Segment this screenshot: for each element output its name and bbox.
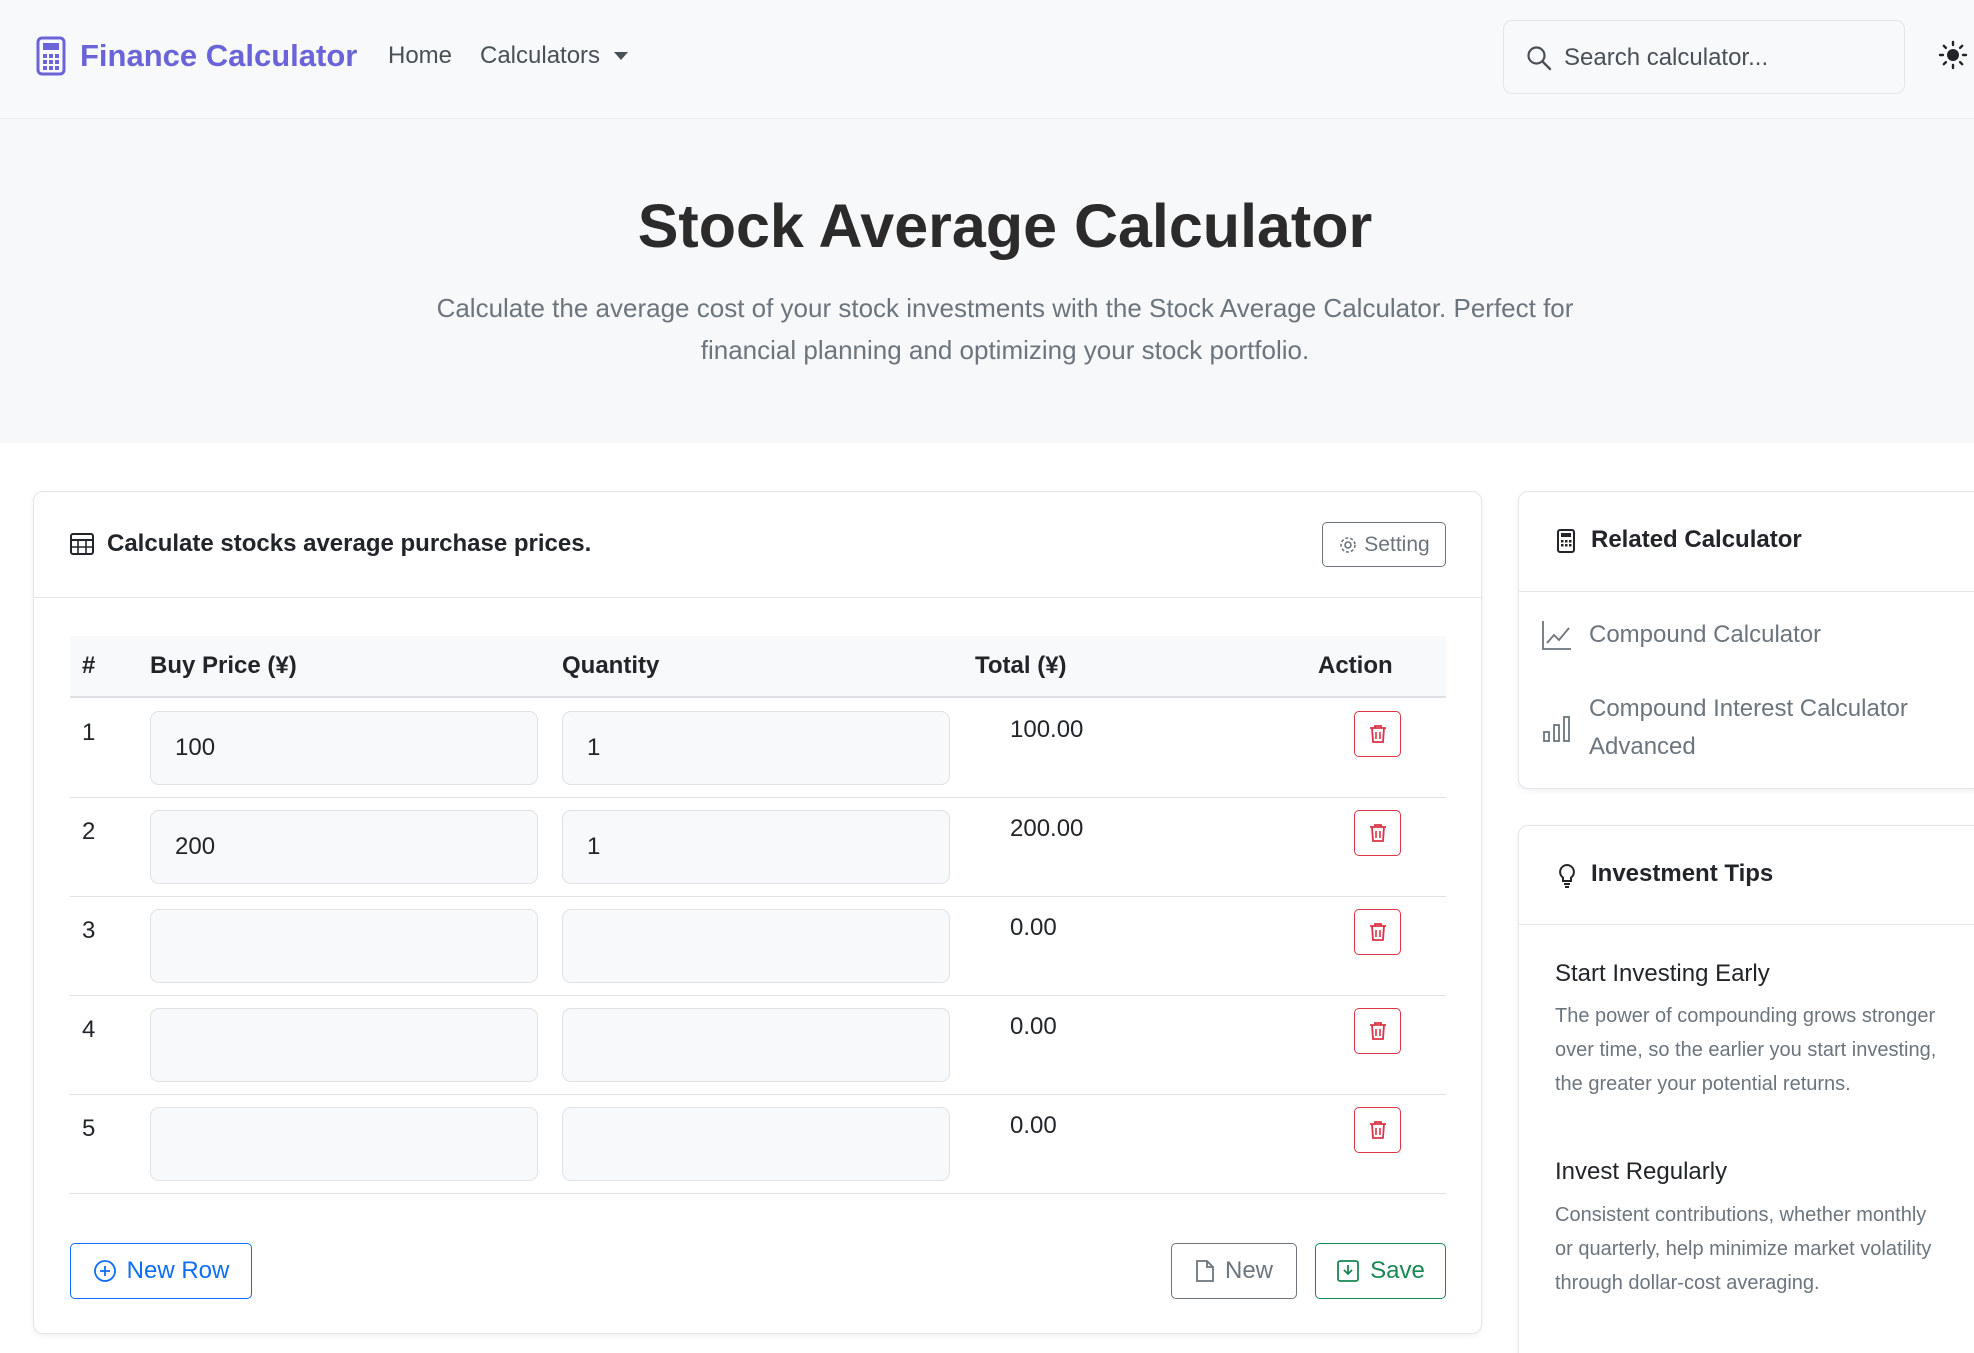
calculator-card: Calculate stocks average purchase prices… bbox=[33, 491, 1482, 1334]
delete-row-button[interactable] bbox=[1354, 711, 1401, 757]
table-row: 3 0.00 bbox=[70, 897, 1446, 996]
trash-icon bbox=[1369, 923, 1386, 941]
table-row: 2 200.00 bbox=[70, 798, 1446, 897]
tip-heading: Start Investing Early bbox=[1555, 960, 1770, 987]
brand-link[interactable]: Finance Calculator bbox=[36, 36, 357, 76]
brand-name: Finance Calculator bbox=[80, 38, 358, 73]
search-box bbox=[1503, 20, 1905, 94]
trash-icon bbox=[1369, 1121, 1386, 1139]
delete-row-button[interactable] bbox=[1354, 810, 1401, 856]
table-icon bbox=[70, 533, 94, 555]
buy-price-input[interactable] bbox=[150, 909, 538, 983]
trash-icon bbox=[1369, 824, 1386, 842]
row-number: 4 bbox=[82, 1016, 96, 1043]
column-header-buy-price: Buy Price (¥) bbox=[150, 652, 297, 679]
column-header-total: Total (¥) bbox=[975, 652, 1067, 679]
table-row: 1 100.00 bbox=[70, 699, 1446, 798]
related-calculator-card: Related Calculator Compound Calculator C… bbox=[1518, 491, 1974, 789]
page-subtitle: Calculate the average cost of your stock… bbox=[436, 293, 1574, 365]
save-button[interactable]: Save bbox=[1315, 1243, 1446, 1299]
new-label: New bbox=[1224, 1257, 1273, 1284]
row-number: 1 bbox=[82, 719, 96, 746]
plus-circle-icon bbox=[93, 1260, 116, 1282]
new-row-button[interactable]: New Row bbox=[70, 1243, 252, 1299]
line-chart-icon bbox=[1542, 621, 1571, 650]
quantity-input[interactable] bbox=[562, 1008, 950, 1082]
row-total: 0.00 bbox=[1010, 1112, 1057, 1139]
row-total: 0.00 bbox=[1010, 914, 1057, 941]
nav-home-link[interactable]: Home bbox=[388, 42, 452, 70]
page-title: Stock Average Calculator bbox=[637, 192, 1373, 260]
tip-body: The power of compounding grows stronger … bbox=[1555, 1005, 1937, 1095]
calculator-title: Calculate stocks average purchase prices… bbox=[107, 530, 592, 557]
table-row: 5 0.00 bbox=[70, 1095, 1446, 1194]
row-total: 200.00 bbox=[1010, 815, 1084, 842]
lightbulb-icon bbox=[1559, 863, 1575, 888]
quantity-input[interactable] bbox=[562, 1107, 950, 1181]
delete-row-button[interactable] bbox=[1354, 909, 1401, 955]
trash-icon bbox=[1369, 725, 1386, 743]
setting-button[interactable]: Setting bbox=[1322, 522, 1446, 567]
caret-down-icon bbox=[614, 52, 629, 60]
setting-label: Setting bbox=[1364, 532, 1430, 556]
buy-price-input[interactable] bbox=[150, 1008, 538, 1082]
new-row-label: New Row bbox=[126, 1257, 230, 1284]
related-item-compound-calculator[interactable]: Compound Calculator bbox=[1541, 616, 1821, 654]
hero-section: Stock Average Calculator Calculate the a… bbox=[0, 119, 1974, 443]
row-total: 0.00 bbox=[1010, 1013, 1057, 1040]
tips-title: Investment Tips bbox=[1591, 860, 1774, 887]
related-item-label: Compound Calculator bbox=[1589, 621, 1822, 648]
tips-card-header: Investment Tips bbox=[1519, 826, 1974, 925]
search-input[interactable] bbox=[1564, 39, 1884, 77]
table-header: # Buy Price (¥) Quantity Total (¥) Actio… bbox=[70, 636, 1446, 698]
buy-price-input[interactable] bbox=[150, 1107, 538, 1181]
save-label: Save bbox=[1370, 1257, 1425, 1284]
buy-price-input[interactable] bbox=[150, 810, 538, 884]
quantity-input[interactable] bbox=[562, 810, 950, 884]
related-item-label: Compound Interest Calculator Advanced bbox=[1589, 695, 1908, 760]
column-header-number: # bbox=[82, 652, 96, 679]
sun-icon[interactable] bbox=[1938, 40, 1968, 70]
row-number: 2 bbox=[82, 818, 96, 845]
related-title: Related Calculator bbox=[1591, 526, 1802, 553]
nav-calculators-label: Calculators bbox=[480, 42, 601, 69]
quantity-input[interactable] bbox=[562, 711, 950, 785]
navbar: Finance Calculator Home Calculators bbox=[0, 0, 1974, 119]
investment-tips-card: Investment Tips Start Investing Early Th… bbox=[1518, 825, 1974, 1353]
download-icon bbox=[1337, 1260, 1360, 1282]
row-total: 100.00 bbox=[1010, 716, 1084, 743]
gear-icon bbox=[1340, 536, 1357, 553]
bar-chart-icon bbox=[1543, 716, 1570, 742]
related-item-compound-interest-advanced[interactable]: Compound Interest Calculator Advanced bbox=[1541, 690, 1961, 766]
trash-icon bbox=[1369, 1022, 1386, 1040]
column-header-quantity: Quantity bbox=[562, 652, 660, 679]
tip-heading: Invest Regularly bbox=[1555, 1158, 1728, 1185]
row-number: 5 bbox=[82, 1115, 96, 1142]
search-icon bbox=[1527, 46, 1552, 71]
nav-calculators-dropdown[interactable]: Calculators bbox=[480, 42, 629, 70]
row-number: 3 bbox=[82, 917, 96, 944]
buy-price-input[interactable] bbox=[150, 711, 538, 785]
calculator-card-header: Calculate stocks average purchase prices… bbox=[34, 492, 1481, 598]
file-icon bbox=[1196, 1260, 1214, 1282]
quantity-input[interactable] bbox=[562, 909, 950, 983]
calculator-icon bbox=[36, 36, 66, 76]
tip-body: Consistent contributions, whether monthl… bbox=[1555, 1204, 1932, 1294]
delete-row-button[interactable] bbox=[1354, 1107, 1401, 1153]
delete-row-button[interactable] bbox=[1354, 1008, 1401, 1054]
new-button[interactable]: New bbox=[1171, 1243, 1297, 1299]
calculator-icon bbox=[1557, 529, 1575, 553]
related-card-header: Related Calculator bbox=[1519, 492, 1974, 592]
column-header-action: Action bbox=[1318, 652, 1393, 679]
table-row: 4 0.00 bbox=[70, 996, 1446, 1095]
